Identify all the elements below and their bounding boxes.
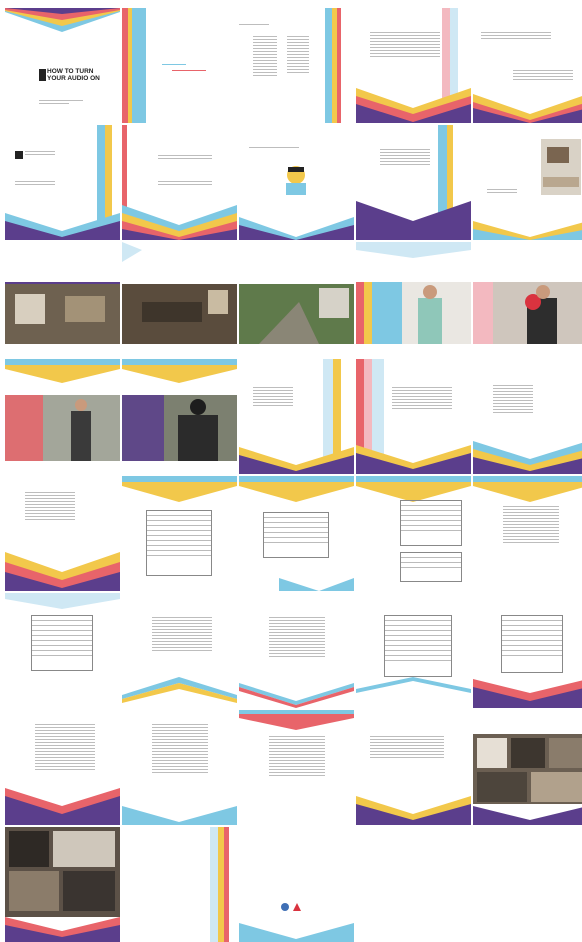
page-thumb-14[interactable] xyxy=(356,242,471,357)
page-thumb-6[interactable] xyxy=(5,125,120,240)
page-thumb-7[interactable] xyxy=(122,125,237,240)
page-thumb-34[interactable] xyxy=(356,710,471,825)
stripe-decoration xyxy=(122,8,206,123)
page-thumb-15[interactable] xyxy=(473,242,582,357)
page-thumb-13[interactable] xyxy=(239,242,354,357)
cover-footnote xyxy=(39,100,83,106)
page-thumb-5[interactable] xyxy=(473,8,582,123)
page-thumb-30[interactable] xyxy=(473,593,582,708)
page-thumb-4[interactable] xyxy=(356,8,471,123)
page-thumb-32[interactable] xyxy=(122,710,237,825)
cover-title-line1: HOW TO TURN xyxy=(47,68,94,75)
page-thumb-16[interactable] xyxy=(5,359,120,474)
page-thumb-3[interactable] xyxy=(239,8,354,123)
page-thumb-28[interactable] xyxy=(239,593,354,708)
page-thumbnail-grid: HOW TO TURN YOUR AUDIO ON xyxy=(0,0,582,942)
page-thumb-31[interactable] xyxy=(5,710,120,825)
page-thumb-18[interactable] xyxy=(239,359,354,474)
page-thumb-35[interactable] xyxy=(473,710,582,825)
page-thumb-23[interactable] xyxy=(239,476,354,591)
page-thumb-21[interactable] xyxy=(5,476,120,591)
page-thumb-12[interactable] xyxy=(122,242,237,357)
page-thumb-36[interactable] xyxy=(5,827,120,942)
page-thumb-cover[interactable]: HOW TO TURN YOUR AUDIO ON xyxy=(5,8,120,123)
page-thumb-22[interactable] xyxy=(122,476,237,591)
page-thumb-27[interactable] xyxy=(122,593,237,708)
page-thumb-25[interactable] xyxy=(473,476,582,591)
cover-title-line2: YOUR AUDIO ON xyxy=(47,75,100,82)
page-thumb-back-cover[interactable] xyxy=(239,827,354,942)
page-thumb-29[interactable] xyxy=(356,593,471,708)
audio-device-icon xyxy=(39,69,46,81)
page-thumb-11[interactable] xyxy=(5,242,120,357)
page-thumb-9[interactable] xyxy=(356,125,471,240)
page-thumb-10[interactable] xyxy=(473,125,582,240)
page-thumb-26[interactable] xyxy=(5,593,120,708)
page-thumb-17[interactable] xyxy=(122,359,237,474)
page-thumb-8[interactable] xyxy=(239,125,354,240)
page-thumb-33[interactable] xyxy=(239,710,354,825)
page-thumb-24[interactable] xyxy=(356,476,471,591)
page-thumb-37[interactable] xyxy=(122,827,237,942)
page-thumb-20[interactable] xyxy=(473,359,582,474)
page-thumb-19[interactable] xyxy=(356,359,471,474)
page-thumb-2[interactable] xyxy=(122,8,237,123)
